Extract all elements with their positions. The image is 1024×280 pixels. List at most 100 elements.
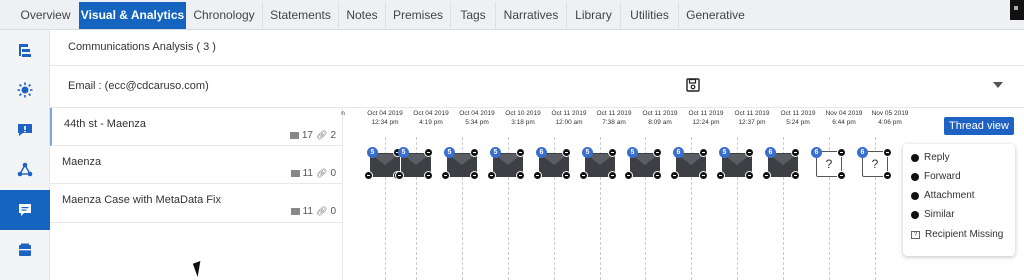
- message-count-badge: 5: [367, 147, 378, 158]
- time-text: 12:00 am: [555, 119, 583, 126]
- timeline-date-label: n: [336, 109, 350, 118]
- forward-icon: [699, 171, 708, 180]
- rail-chat-alert[interactable]: [0, 110, 50, 150]
- thread-item[interactable]: 44th st - Maenza 17 🔗︎ 2: [50, 108, 342, 146]
- timeline-date-label: Oct 10 2019 3:18 pm: [503, 109, 543, 127]
- envelope-icon: [289, 132, 299, 139]
- time-text: 12:34 pm: [371, 119, 399, 126]
- thread-title: Maenza Case with MetaData Fix: [62, 194, 221, 206]
- chevron-down-icon[interactable]: [993, 82, 1003, 88]
- message-count-badge: 6: [811, 147, 822, 158]
- tab-premises[interactable]: Premises: [386, 2, 451, 29]
- envelope-icon: [290, 208, 300, 215]
- time-text: 5:34 pm: [465, 119, 489, 126]
- forward-icon: [424, 171, 433, 180]
- message-count-badge: 5: [627, 147, 638, 158]
- forward-icon: [837, 171, 846, 180]
- timeline-date-label: Nov 05 2019 4:06 pm: [870, 109, 910, 127]
- forward-icon: [470, 171, 479, 180]
- time-text: n: [341, 110, 345, 117]
- forward-icon: [911, 172, 919, 181]
- time-text: 5:24 pm: [786, 119, 810, 126]
- reply-icon: [470, 148, 479, 157]
- similar-icon: [441, 171, 450, 180]
- date-text: Oct 11 2019: [780, 110, 816, 117]
- thread-item[interactable]: Maenza Case with MetaData Fix 11 🔗︎ 0: [50, 184, 342, 223]
- date-text: Nov 05 2019: [871, 110, 909, 117]
- hierarchy-icon: [19, 44, 31, 57]
- rail-network[interactable]: [0, 70, 50, 110]
- message-count-badge: 5: [582, 147, 593, 158]
- legend-label: Similar: [924, 209, 955, 220]
- thread-title: 44th st - Maenza: [64, 118, 146, 130]
- paperclip-icon: 🔗︎: [316, 168, 328, 178]
- similar-icon: [364, 171, 373, 180]
- reply-icon: [837, 148, 846, 157]
- reply-icon: [516, 148, 525, 157]
- tab-chronology[interactable]: Chronology: [186, 2, 263, 29]
- save-icon[interactable]: [686, 78, 700, 92]
- reply-icon: [699, 148, 708, 157]
- tab-notes[interactable]: Notes: [339, 2, 386, 29]
- tab-generative[interactable]: Generative: [679, 2, 752, 29]
- time-text: 7:38 am: [602, 119, 626, 126]
- similar-icon: [624, 171, 633, 180]
- message-count-badge: 5: [398, 147, 409, 158]
- rail-connections[interactable]: [0, 150, 50, 190]
- tab-tags[interactable]: Tags: [451, 2, 496, 29]
- sun-network-icon: [17, 82, 33, 98]
- reply-icon: [745, 148, 754, 157]
- similar-icon: [395, 171, 404, 180]
- similar-icon: [533, 171, 542, 180]
- date-text: Oct 04 2019: [413, 110, 449, 117]
- thread-item[interactable]: Maenza 11 🔗︎ 0: [50, 146, 342, 184]
- legend-item-similar: Similar: [911, 209, 955, 220]
- legend-label: Reply: [924, 152, 950, 163]
- time-text: 12:37 pm: [738, 119, 766, 126]
- legend-item-attachment: Attachment: [911, 190, 975, 201]
- paperclip-icon: 🔗︎: [316, 206, 328, 216]
- attachment-count: 0: [330, 168, 336, 179]
- message-count-badge: 6: [857, 147, 868, 158]
- similar-icon: [716, 171, 725, 180]
- tab-library[interactable]: Library: [567, 2, 621, 29]
- forward-icon: [653, 171, 662, 180]
- similar-icon: [670, 171, 679, 180]
- timeline-date-label: Oct 11 2019 7:38 am: [594, 109, 634, 127]
- date-text: Oct 11 2019: [551, 110, 587, 117]
- message-count: 11: [302, 206, 313, 217]
- tab-statements[interactable]: Statements: [263, 2, 339, 29]
- reply-icon: [791, 148, 800, 157]
- connections-icon: [17, 162, 33, 177]
- email-label: Email : (ecc@cdcaruso.com): [68, 80, 209, 92]
- rail-messages[interactable]: [0, 190, 50, 230]
- similar-icon: [579, 171, 588, 180]
- forward-icon: [562, 171, 571, 180]
- chat-alert-icon: [18, 124, 32, 136]
- envelope-icon: [290, 170, 300, 177]
- tab-narratives[interactable]: Narratives: [496, 2, 567, 29]
- timeline-date-label: Oct 11 2019 12:24 pm: [686, 109, 726, 127]
- timeline-date-label: Oct 04 2019 5:34 pm: [457, 109, 497, 127]
- reply-icon: [608, 148, 617, 157]
- thread-title: Maenza: [62, 156, 102, 168]
- tab-visual-analytics[interactable]: Visual & Analytics: [79, 2, 186, 29]
- tab-overview[interactable]: Overview: [12, 2, 80, 29]
- window-control[interactable]: [1010, 0, 1024, 20]
- forward-icon: [745, 171, 754, 180]
- timeline-date-label: Nov 04 2019 6:44 pm: [824, 109, 864, 127]
- reply-icon: [424, 148, 433, 157]
- attachment-count: 0: [330, 206, 336, 217]
- time-text: 4:19 pm: [419, 119, 443, 126]
- forward-icon: [883, 171, 892, 180]
- left-icon-rail: [0, 30, 50, 280]
- panel-title: Communications Analysis ( 3 ): [68, 41, 216, 53]
- time-text: 8:09 am: [648, 119, 672, 126]
- tab-utilities[interactable]: Utilities: [621, 2, 679, 29]
- date-text: Oct 10 2019: [505, 110, 541, 117]
- rail-hierarchy[interactable]: [0, 30, 50, 70]
- rail-folder[interactable]: [0, 230, 50, 270]
- time-text: 4:06 pm: [878, 119, 902, 126]
- date-text: Nov 04 2019: [825, 110, 863, 117]
- thread-view-button[interactable]: Thread view: [944, 117, 1014, 135]
